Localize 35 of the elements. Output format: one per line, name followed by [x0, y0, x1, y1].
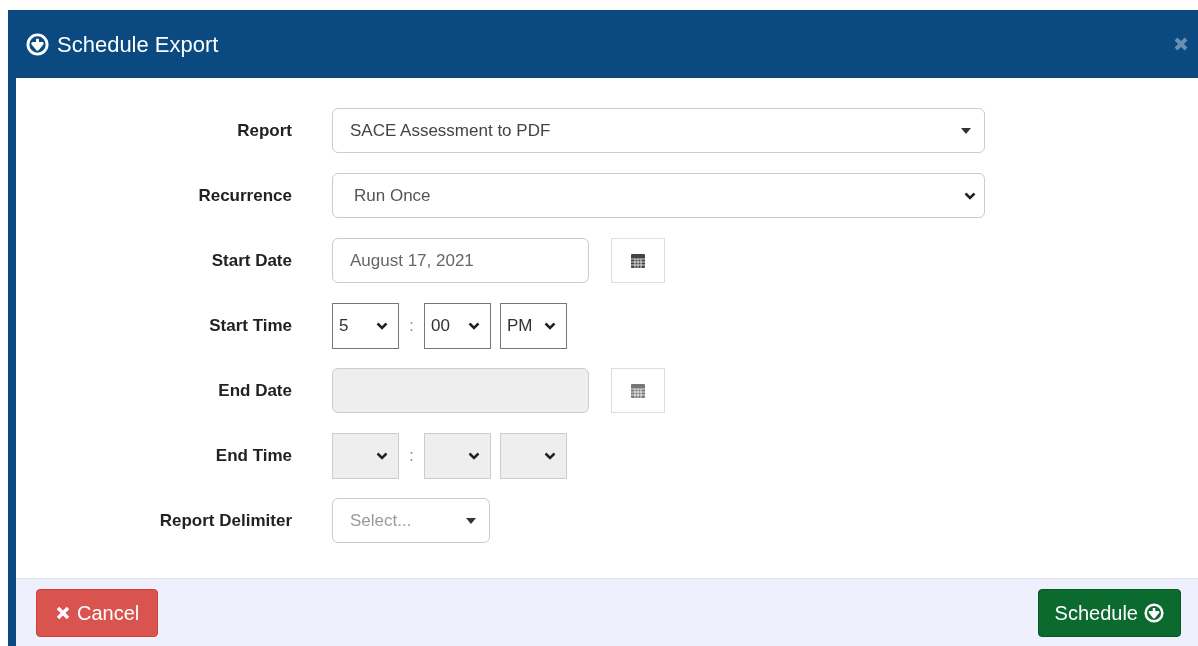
- field-label: Report: [236, 119, 292, 142]
- close-icon[interactable]: [1174, 37, 1188, 51]
- field-label: Report Delimiter: [158, 509, 292, 532]
- calendar-button[interactable]: [611, 368, 665, 413]
- field-label: Start Date: [210, 249, 292, 272]
- time-select[interactable]: PM: [500, 302, 567, 349]
- time-separator: :: [408, 315, 415, 336]
- time-separator: :: [408, 445, 415, 466]
- field-label: Recurrence: [197, 184, 292, 207]
- download-icon: [1144, 602, 1164, 623]
- chevron-icon: [468, 451, 480, 460]
- field-label: Start Time: [208, 314, 292, 337]
- field-label: End Date: [217, 379, 292, 402]
- chevron-icon: [544, 321, 556, 330]
- chevron-icon: [376, 321, 388, 330]
- calendar-icon: [629, 381, 647, 400]
- date-field[interactable]: August 17, 2021: [332, 238, 589, 283]
- recurrence-field[interactable]: Run Once: [332, 173, 985, 218]
- caret-icon: [961, 127, 971, 134]
- calendar-button[interactable]: [611, 238, 665, 283]
- caret-icon: [466, 517, 476, 524]
- schedule-button[interactable]: Schedule: [1037, 588, 1181, 637]
- dropdown-field[interactable]: SACE Assessment to PDF: [332, 108, 985, 153]
- download-icon: [26, 32, 49, 56]
- calendar-icon: [629, 251, 647, 270]
- cancel-button[interactable]: Cancel: [36, 588, 159, 637]
- field-label: End Time: [214, 444, 292, 467]
- dialog-title: Schedule Export: [57, 30, 219, 59]
- chevron-icon: [468, 321, 480, 330]
- time-select[interactable]: 5: [332, 302, 399, 349]
- close-icon: [55, 604, 71, 621]
- time-select[interactable]: 00: [424, 302, 491, 349]
- chevron-icon: [544, 451, 556, 460]
- chevron-icon: [964, 191, 976, 200]
- chevron-icon: [376, 451, 388, 460]
